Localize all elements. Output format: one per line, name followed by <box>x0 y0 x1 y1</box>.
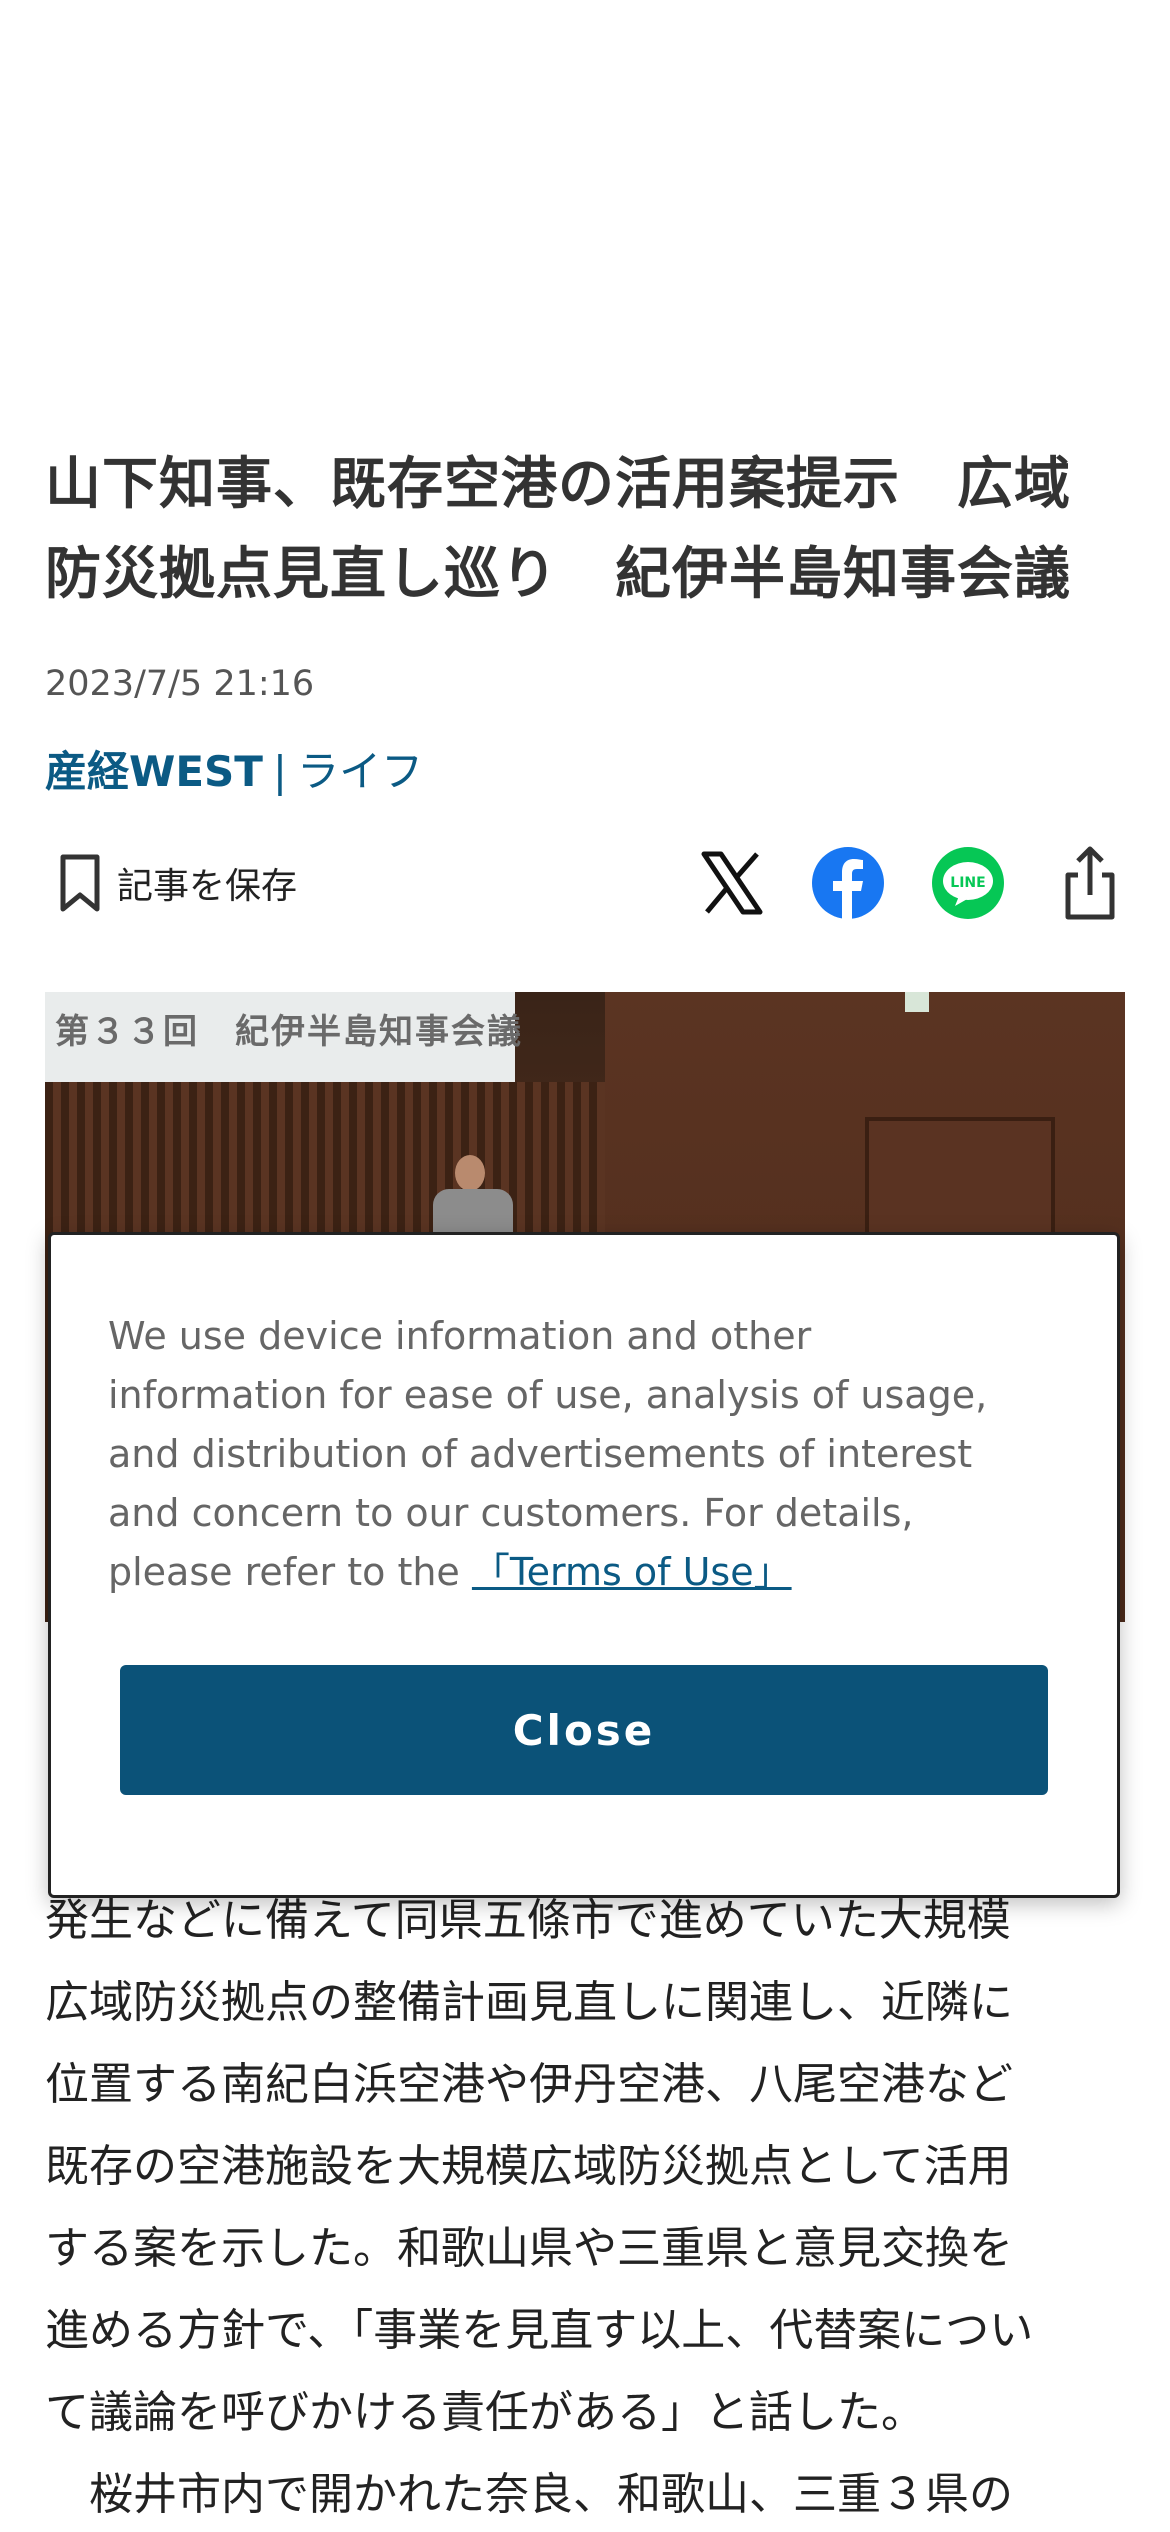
line-icon-text: LINE <box>950 875 985 891</box>
headline-line-1: 山下知事、既存空港の活用案提示 広域 <box>45 452 1071 517</box>
facebook-icon <box>812 847 884 920</box>
x-icon <box>701 851 763 915</box>
body-line: て議論を呼びかける責任がある」と話した。 <box>45 2387 925 2438</box>
byline: 産経WEST | ライフ <box>45 738 423 799</box>
share-line-button[interactable]: LINE <box>930 845 1006 921</box>
share-facebook-button[interactable] <box>810 845 886 921</box>
share-x-button[interactable] <box>694 845 770 921</box>
photo-exit-light <box>905 992 929 1012</box>
source-link[interactable]: 産経WEST <box>45 747 263 796</box>
body-line: 桜井市内で開かれた奈良、和歌山、三重３県の <box>45 2469 1013 2520</box>
body-line: 位置する南紀白浜空港や伊丹空港、八尾空港など <box>45 2059 1013 2110</box>
close-button[interactable]: Close <box>120 1665 1048 1795</box>
consent-line-prefix: please refer to the <box>108 1550 472 1594</box>
share-sheet-button[interactable] <box>1052 845 1128 921</box>
article-timestamp: 2023/7/5 21:16 <box>45 664 315 704</box>
consent-line: and distribution of advertisements of in… <box>108 1432 973 1476</box>
body-line: 広域防災拠点の整備計画見直しに関連し、近隣に <box>45 1977 1013 2028</box>
headline-line-2: 防災拠点見直し巡り 紀伊半島知事会議 <box>45 542 1071 607</box>
body-line: 進める方針で、「事業を見直す以上、代替案につい <box>45 2305 1034 2356</box>
save-article-label: 記事を保存 <box>117 866 298 907</box>
category-link[interactable]: ライフ <box>297 747 423 796</box>
privacy-consent-dialog: We use device information and other info… <box>48 1232 1120 1898</box>
consent-line: We use device information and other <box>108 1314 812 1358</box>
byline-separator: | <box>272 747 288 796</box>
photo-projection-screen: 第３３回 紀伊半島知事会議 <box>45 992 521 1082</box>
share-icon <box>1065 846 1115 920</box>
save-article-button[interactable]: 記事を保存 <box>55 850 297 916</box>
consent-line: information for ease of use, analysis of… <box>108 1373 988 1417</box>
consent-line: please refer to the 「Terms of Use」 <box>108 1543 1068 1602</box>
photo-speaker-head <box>455 1155 485 1191</box>
bookmark-icon <box>60 854 100 912</box>
consent-line: and concern to our customers. For detail… <box>108 1491 914 1535</box>
terms-of-use-link[interactable]: 「Terms of Use」 <box>472 1550 792 1594</box>
consent-message: We use device information and other info… <box>108 1307 1068 1602</box>
line-icon: LINE <box>932 847 1004 919</box>
article-body: 発生などに備えて同県五條市で進めていた大規模 広域防災拠点の整備計画見直しに関連… <box>45 1880 1135 2532</box>
article-headline: 山下知事、既存空港の活用案提示 広域 防災拠点見直し巡り 紀伊半島知事会議 <box>45 440 1125 620</box>
ad-space <box>0 0 1170 400</box>
body-line: する案を示した。和歌山県や三重県と意見交換を <box>45 2223 1013 2274</box>
body-line: 既存の空港施設を大規模広域防災拠点として活用 <box>45 2141 1012 2192</box>
